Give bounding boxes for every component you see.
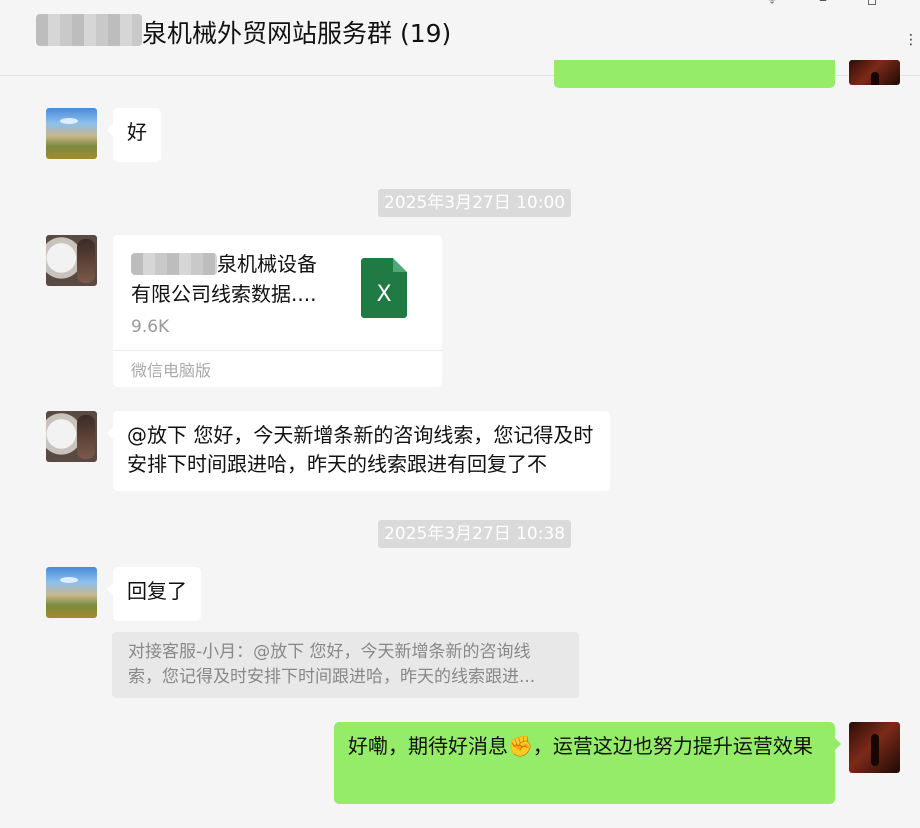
message-bubble[interactable]: @放下 您好，今天新增条新的咨询线索，您记得及时安排下时间跟进哈，昨天的线索跟进… [107,411,610,491]
quote-line-2: 索，您记得及时安排下时间跟进哈，昨天的线索跟进... [128,667,536,687]
quote-line-1: 对接客服-小月：@放下 您好，今天新增条新的咨询线 [128,642,531,662]
sender-avatar[interactable] [46,411,97,462]
redacted-name-block [131,252,217,275]
file-name-part1: 泉机械设备 [217,252,317,276]
previous-outgoing-bubble[interactable] [554,60,835,88]
file-source: 微信电脑版 [131,361,212,380]
timestamp: 2025年3月27日 10:38 [378,520,572,548]
message-bubble[interactable]: 好 [107,108,161,162]
self-avatar[interactable] [849,722,900,773]
sender-avatar[interactable] [46,235,97,286]
self-avatar-top[interactable] [849,60,900,85]
timestamp: 2025年3月27日 10:00 [378,189,572,217]
chat-title[interactable]: 泉机械外贸网站服务群 (19) [142,14,451,50]
sender-avatar[interactable] [46,108,97,159]
redacted-name-block [36,14,142,46]
maximize-icon[interactable]: ▫ [862,0,882,12]
file-size: 9.6K [131,317,170,337]
file-divider [113,350,442,351]
pin-icon[interactable]: ⍖ [762,0,782,12]
excel-file-icon: X [361,258,407,318]
file-message-card[interactable]: 泉机械设备 有限公司线索数据.... X 9.6K 微信电脑版 [113,235,442,387]
file-name: 泉机械设备 有限公司线索数据.... [131,249,341,309]
sender-avatar[interactable] [46,567,97,618]
file-name-part2: 有限公司线索数据.... [131,282,317,306]
outgoing-message-bubble[interactable]: 好嘞，期待好消息✊，运营这边也努力提升运营效果 [334,722,841,804]
minimize-icon[interactable]: – [813,0,833,12]
quoted-message[interactable]: 对接客服-小月：@放下 您好，今天新增条新的咨询线 索，您记得及时安排下时间跟进… [112,632,579,698]
excel-icon-letter: X [376,282,392,307]
more-icon[interactable]: ⋮ [904,30,918,50]
message-bubble[interactable]: 回复了 [107,567,201,621]
